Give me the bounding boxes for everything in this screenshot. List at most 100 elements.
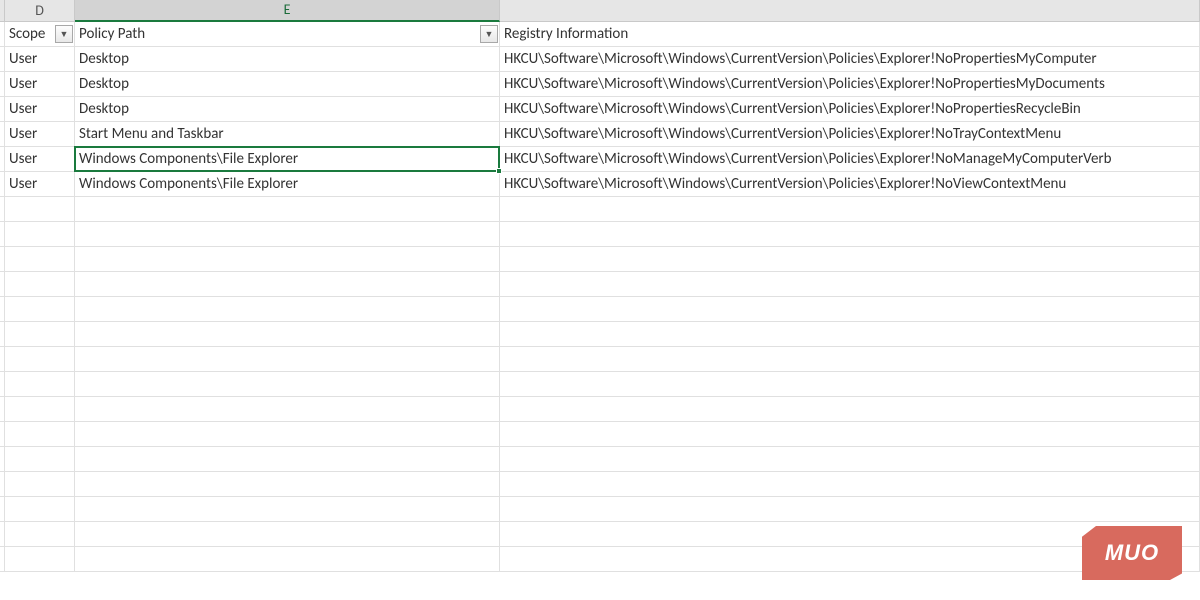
filter-button-policy-path[interactable]: ▼ (480, 25, 498, 43)
empty-cell[interactable] (500, 322, 1200, 347)
empty-cell[interactable] (500, 372, 1200, 397)
empty-cell[interactable] (500, 347, 1200, 372)
empty-cell[interactable] (5, 197, 75, 222)
empty-cell[interactable] (5, 472, 75, 497)
empty-cell[interactable] (5, 422, 75, 447)
empty-cell[interactable] (5, 322, 75, 347)
empty-row (0, 297, 1200, 322)
empty-cell[interactable] (5, 397, 75, 422)
empty-row (0, 397, 1200, 422)
empty-row (0, 197, 1200, 222)
column-header-F[interactable] (500, 0, 1200, 21)
empty-cell[interactable] (75, 222, 500, 247)
empty-cell[interactable] (500, 222, 1200, 247)
cell-scope[interactable]: User (5, 72, 75, 97)
empty-cell[interactable] (75, 497, 500, 522)
empty-cell[interactable] (500, 397, 1200, 422)
cell-grid: Scope ▼ Policy Path ▼ Registry Informati… (0, 22, 1200, 600)
empty-row (0, 447, 1200, 472)
header-label: Policy Path (79, 25, 145, 43)
header-cell-policy-path[interactable]: Policy Path ▼ (75, 22, 500, 47)
empty-cell[interactable] (500, 247, 1200, 272)
empty-cell[interactable] (75, 422, 500, 447)
empty-cell[interactable] (5, 547, 75, 572)
empty-row (0, 222, 1200, 247)
column-header-E-active[interactable]: E (75, 0, 500, 22)
empty-cell[interactable] (500, 197, 1200, 222)
column-header-D[interactable]: D (5, 0, 75, 21)
empty-cell[interactable] (75, 322, 500, 347)
table-row: User Windows Components\File Explorer HK… (0, 172, 1200, 197)
empty-cell[interactable] (75, 272, 500, 297)
spreadsheet-area: D E E Scope ▼ Policy Path ▼ Registry Inf… (0, 0, 1200, 600)
empty-cell[interactable] (5, 272, 75, 297)
empty-row (0, 322, 1200, 347)
empty-cell[interactable] (75, 297, 500, 322)
empty-cell[interactable] (75, 397, 500, 422)
empty-cell[interactable] (5, 447, 75, 472)
empty-cell[interactable] (75, 522, 500, 547)
cell-policy-path[interactable]: Windows Components\File Explorer (75, 147, 500, 172)
empty-cell[interactable] (75, 472, 500, 497)
empty-cell[interactable] (5, 247, 75, 272)
cell-registry-info[interactable]: HKCU\Software\Microsoft\Windows\CurrentV… (500, 72, 1200, 97)
empty-cell[interactable] (500, 472, 1200, 497)
cell-scope[interactable]: User (5, 47, 75, 72)
empty-cell[interactable] (75, 347, 500, 372)
empty-row (0, 547, 1200, 572)
cell-policy-path[interactable]: Desktop (75, 47, 500, 72)
empty-row (0, 522, 1200, 547)
cell-scope[interactable]: User (5, 122, 75, 147)
empty-cell[interactable] (500, 272, 1200, 297)
cell-registry-info[interactable]: HKCU\Software\Microsoft\Windows\CurrentV… (500, 147, 1200, 172)
empty-row (0, 347, 1200, 372)
cell-registry-info[interactable]: HKCU\Software\Microsoft\Windows\CurrentV… (500, 122, 1200, 147)
empty-cell[interactable] (5, 297, 75, 322)
empty-cell[interactable] (75, 197, 500, 222)
empty-cell[interactable] (75, 547, 500, 572)
table-row: User Desktop HKCU\Software\Microsoft\Win… (0, 47, 1200, 72)
cell-scope[interactable]: User (5, 147, 75, 172)
empty-row (0, 272, 1200, 297)
empty-cell[interactable] (75, 247, 500, 272)
empty-cell[interactable] (5, 522, 75, 547)
empty-cell[interactable] (500, 422, 1200, 447)
filter-button-scope[interactable]: ▼ (55, 25, 73, 43)
empty-cell[interactable] (500, 447, 1200, 472)
cell-policy-path[interactable]: Desktop (75, 97, 500, 122)
empty-cell[interactable] (5, 222, 75, 247)
empty-row (0, 422, 1200, 447)
cell-policy-path[interactable]: Windows Components\File Explorer (75, 172, 500, 197)
empty-cell[interactable] (75, 447, 500, 472)
cell-registry-info[interactable]: HKCU\Software\Microsoft\Windows\CurrentV… (500, 97, 1200, 122)
table-row: User Desktop HKCU\Software\Microsoft\Win… (0, 97, 1200, 122)
header-row: Scope ▼ Policy Path ▼ Registry Informati… (0, 22, 1200, 47)
empty-row (0, 372, 1200, 397)
watermark-text: MUO (1082, 526, 1182, 580)
header-cell-registry-info[interactable]: Registry Information (500, 22, 1200, 47)
header-cell-scope[interactable]: Scope ▼ (5, 22, 75, 47)
table-row: User Desktop HKCU\Software\Microsoft\Win… (0, 72, 1200, 97)
table-row: User Start Menu and Taskbar HKCU\Softwar… (0, 122, 1200, 147)
empty-cell[interactable] (500, 297, 1200, 322)
empty-cell[interactable] (5, 497, 75, 522)
table-row: User Windows Components\File Explorer HK… (0, 147, 1200, 172)
empty-row (0, 472, 1200, 497)
cell-registry-info[interactable]: HKCU\Software\Microsoft\Windows\CurrentV… (500, 172, 1200, 197)
empty-row (0, 497, 1200, 522)
cell-registry-info[interactable]: HKCU\Software\Microsoft\Windows\CurrentV… (500, 47, 1200, 72)
cell-scope[interactable]: User (5, 97, 75, 122)
chevron-down-icon: ▼ (485, 22, 494, 47)
header-label: Registry Information (504, 25, 628, 43)
empty-cell[interactable] (75, 372, 500, 397)
watermark-logo: MUO (1082, 526, 1182, 580)
empty-cell[interactable] (5, 347, 75, 372)
header-label: Scope (9, 25, 45, 43)
chevron-down-icon: ▼ (60, 22, 69, 47)
cell-policy-path[interactable]: Desktop (75, 72, 500, 97)
empty-cell[interactable] (500, 497, 1200, 522)
empty-cell[interactable] (5, 372, 75, 397)
cell-policy-path[interactable]: Start Menu and Taskbar (75, 122, 500, 147)
cell-scope[interactable]: User (5, 172, 75, 197)
empty-row (0, 247, 1200, 272)
